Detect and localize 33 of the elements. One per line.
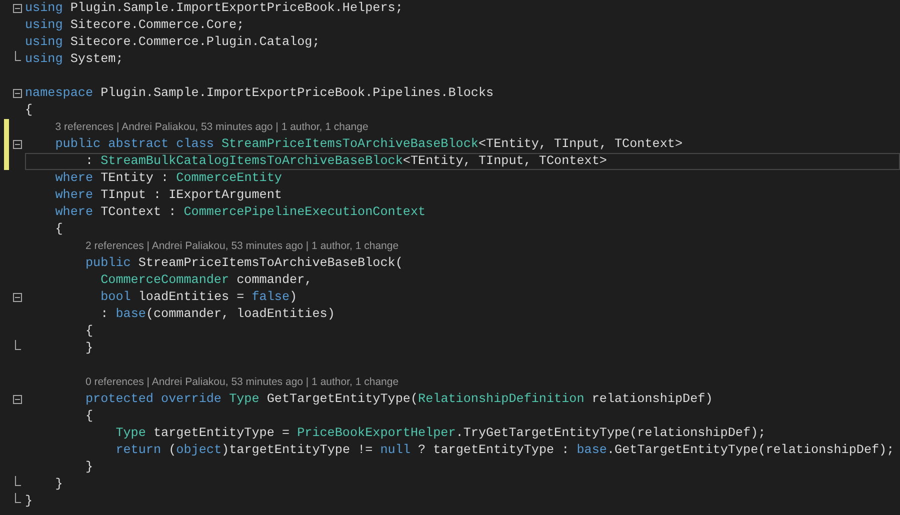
codelens-text[interactable]: 2 references | Andrei Paliakou, 53 minutes ago | 1 author, 1 change [85, 238, 399, 255]
code-line: } [54, 476, 63, 493]
code-line: : StreamBulkCatalogItemsToArchiveBaseBlock<TEntity, TInput, TContext> [25, 153, 900, 170]
codelens-text[interactable]: 3 references | Andrei Paliakou, 53 minutes ago | 1 author, 1 change [55, 119, 368, 136]
code-line: bool loadEntities = false) [100, 289, 298, 306]
code-line: return (object)targetEntityType != null ? targetEntityType : base.GetTargetEntityType(relationshipDef); [114, 442, 894, 459]
collapse-icon[interactable] [13, 395, 22, 404]
code-line: namespace Plugin.Sample.ImportExportPriceBook.Pipelines.Blocks [25, 85, 494, 102]
code-line: { [84, 408, 94, 425]
code-line: public abstract class StreamPriceItemsToArchiveBaseBlock<TEntity, TInput, TContext> [54, 136, 683, 153]
code-line: } [84, 340, 94, 357]
code-line: where TContext : CommercePipelineExecutionContext [54, 204, 426, 221]
code-line: { [25, 102, 33, 119]
code-line: } [25, 493, 33, 510]
code-line: { [84, 323, 94, 340]
code-line: protected override Type GetTargetEntityType(RelationshipDefinition relationshipDef) [84, 391, 713, 408]
collapse-icon[interactable] [13, 293, 22, 302]
collapse-icon[interactable] [13, 140, 22, 149]
collapse-icon[interactable] [13, 4, 22, 13]
collapse-icon[interactable] [13, 89, 22, 98]
code-line: CommerceCommander commander, [100, 272, 312, 289]
code-line: using Sitecore.Commerce.Core; [25, 17, 244, 34]
code-line: { [54, 221, 63, 238]
code-line: : base(commander, loadEntities) [100, 306, 335, 323]
code-line: } [84, 459, 94, 476]
codelens-text[interactable]: 0 references | Andrei Paliakou, 53 minutes ago | 1 author, 1 change [85, 374, 399, 391]
code-line: using System; [25, 51, 124, 68]
code-line: using Plugin.Sample.ImportExportPriceBook.Helpers; [25, 0, 403, 17]
code-line: using Sitecore.Commerce.Plugin.Catalog; [25, 34, 320, 51]
code-line: public StreamPriceItemsToArchiveBaseBlock( [84, 255, 403, 272]
code-line: Type targetEntityType = PriceBookExportHelper.TryGetTargetEntityType(relationshipDef); [114, 425, 766, 442]
code-line: where TInput : IExportArgument [54, 187, 282, 204]
code-line: where TEntity : CommerceEntity [54, 170, 282, 187]
